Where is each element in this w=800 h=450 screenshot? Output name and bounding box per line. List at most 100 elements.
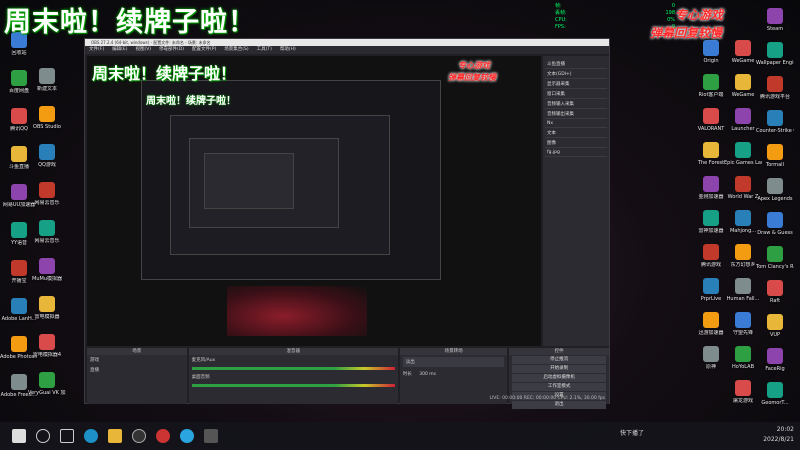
app-icon — [703, 142, 719, 158]
desktop-icon[interactable]: VeryGuai VK 加速器 — [28, 372, 66, 408]
app-icon — [735, 380, 751, 396]
desktop-icon[interactable]: Draw & Guess — [756, 212, 794, 248]
scene-item-game[interactable]: 游戏 — [87, 355, 187, 365]
desktop-icon-label: 回收站 — [11, 50, 27, 56]
source-item[interactable]: 窗口采集 — [545, 89, 607, 99]
control-button[interactable]: 退出 — [512, 401, 606, 409]
stat-value: 198 — [665, 10, 675, 16]
obs-title-bar: OBS 27.2.4 (64-bit, windows) - 配置文件: 未命名… — [85, 39, 609, 46]
search-icon[interactable] — [36, 429, 50, 443]
stat-row: 帧: 0 — [555, 3, 675, 10]
obs-taskbar-icon[interactable] — [132, 429, 146, 443]
desktop-icon-label: Wallpaper Engine — [756, 60, 794, 66]
app-icon — [703, 244, 719, 260]
control-button[interactable]: 启动虚拟摄像机 — [512, 374, 606, 382]
desktop: 回收站 百度网盘 腾讯QQ 斗鱼直播 网易UU加速器 YY语音 开播宝 Adobe LanH.… — [0, 0, 800, 450]
app-taskbar-icon[interactable] — [156, 429, 170, 443]
menu-profile[interactable]: 配置文件(P) — [192, 46, 216, 54]
source-item[interactable]: 图像 — [545, 138, 607, 148]
nested-capture-3 — [189, 138, 339, 228]
app-icon — [703, 346, 719, 362]
app-icon — [767, 110, 783, 126]
task-view-icon[interactable] — [60, 429, 74, 443]
menu-help[interactable]: 帮助(H) — [280, 46, 296, 54]
source-item[interactable]: 斗鱼直播 — [545, 59, 607, 69]
folder-icon[interactable] — [108, 429, 122, 443]
menu-docks[interactable]: 停靠部件(D) — [159, 46, 184, 54]
desktop-icon[interactable]: Tom Clancy's R... — [756, 246, 794, 282]
source-item[interactable]: 音频输入采集 — [545, 99, 607, 109]
desktop-icon[interactable]: 新建文本 — [28, 68, 66, 104]
qq-taskbar-icon[interactable] — [180, 429, 194, 443]
desktop-icon[interactable]: VUP — [756, 314, 794, 350]
app-icon — [735, 40, 751, 56]
app-icon — [11, 374, 27, 390]
menu-edit[interactable]: 编辑(E) — [112, 46, 127, 54]
source-item[interactable]: fg.jpg — [545, 148, 607, 157]
desktop-icon[interactable]: FaceRig — [756, 348, 794, 384]
stamp-line-2-nested: 弹幕回复较慢 — [448, 72, 496, 82]
desktop-icon[interactable]: GeomorT... — [756, 382, 794, 418]
desktop-icon[interactable]: 网易云音乐 — [28, 182, 66, 218]
transition-select[interactable]: 淡出 — [402, 357, 505, 367]
menu-tools[interactable]: 工具(T) — [257, 46, 272, 54]
control-button[interactable]: 开始录制 — [512, 365, 606, 373]
source-item[interactable]: Nx — [545, 119, 607, 128]
menu-view[interactable]: 视图(V) — [135, 46, 151, 54]
stat-label: FPS: — [555, 24, 566, 30]
source-item[interactable]: 文本(GDI+) — [545, 69, 607, 79]
desktop-icon[interactable]: Counter-Strike Global Off... — [756, 110, 794, 146]
control-button[interactable]: 工作室模式 — [512, 383, 606, 391]
duration-value[interactable]: 300 ms — [419, 372, 436, 377]
app-icon — [11, 298, 27, 314]
desktop-icon[interactable]: MuMu模拟器 — [28, 258, 66, 294]
source-item[interactable]: 显示器采集 — [545, 79, 607, 89]
desktop-icon[interactable]: Apex Legends — [756, 178, 794, 214]
app-icon — [39, 106, 55, 122]
app-icon — [703, 210, 719, 226]
mic-volume-meter — [191, 367, 395, 370]
desktop-icon[interactable]: 雷电模拟器 — [28, 296, 66, 332]
app-icon — [767, 382, 783, 398]
app-icon — [767, 42, 783, 58]
desktop-icon[interactable]: QQ游戏 — [28, 144, 66, 180]
desktop-icon-label: Tormall — [766, 162, 784, 168]
desktop-icon-label: Tom Clancy's R... — [756, 264, 794, 270]
desktop-icon-label: Draw & Guess — [757, 230, 793, 236]
edge-icon[interactable] — [84, 429, 98, 443]
app-icon — [39, 68, 55, 84]
nested-capture-2 — [170, 115, 390, 255]
desktop-icon[interactable]: 雷电模拟器4 — [28, 334, 66, 370]
clock-time[interactable]: 20:02 — [763, 425, 794, 435]
desktop-icon[interactable]: Steam — [756, 8, 794, 44]
start-icon[interactable] — [12, 429, 26, 443]
desktop-icon[interactable]: Tormall — [756, 144, 794, 180]
app-icon — [735, 108, 751, 124]
scene-item-live[interactable]: 直播 — [87, 365, 187, 375]
desktop-icon[interactable]: 网易云音乐 — [28, 220, 66, 256]
menu-file[interactable]: 文件(F) — [89, 46, 104, 54]
menu-scene-collection[interactable]: 场景集合(S) — [224, 46, 248, 54]
app-icon — [39, 220, 55, 236]
desktop-icon[interactable]: OBS Studio — [28, 106, 66, 142]
transitions-header: 场景转场 — [399, 348, 508, 355]
app-icon — [735, 74, 751, 90]
app-icon — [767, 212, 783, 228]
desktop-icon[interactable]: Wallpaper Engine — [756, 42, 794, 78]
control-button[interactable]: 停止推流 — [512, 356, 606, 364]
settings-taskbar-icon[interactable] — [204, 429, 218, 443]
overlay-banner-text: 周末啦！续牌子啦！ — [4, 7, 256, 38]
app-icon — [735, 176, 751, 192]
stat-label: CPU: — [555, 17, 567, 23]
app-icon — [39, 334, 55, 350]
source-item[interactable]: 文本 — [545, 128, 607, 138]
desktop-icon[interactable]: Raft — [756, 280, 794, 316]
mixer-header: 混音器 — [188, 348, 398, 355]
overlay-banner-text-nested: 周末啦！续牌子啦！ — [92, 64, 237, 83]
desktop-icon[interactable]: 腾讯游戏平台 — [756, 76, 794, 112]
desktop-icon-label: VeryGuai VK 加速器 — [28, 390, 66, 396]
source-item[interactable]: 音频输出采集 — [545, 109, 607, 119]
sources-panel: 斗鱼直播 文本(GDI+) 显示器采集 窗口采集 音频输入采集 音频输出采集 Nx 文本 图像 f… — [543, 56, 609, 346]
clock-date[interactable]: 2022/8/21 — [763, 435, 794, 445]
app-icon — [735, 278, 751, 294]
